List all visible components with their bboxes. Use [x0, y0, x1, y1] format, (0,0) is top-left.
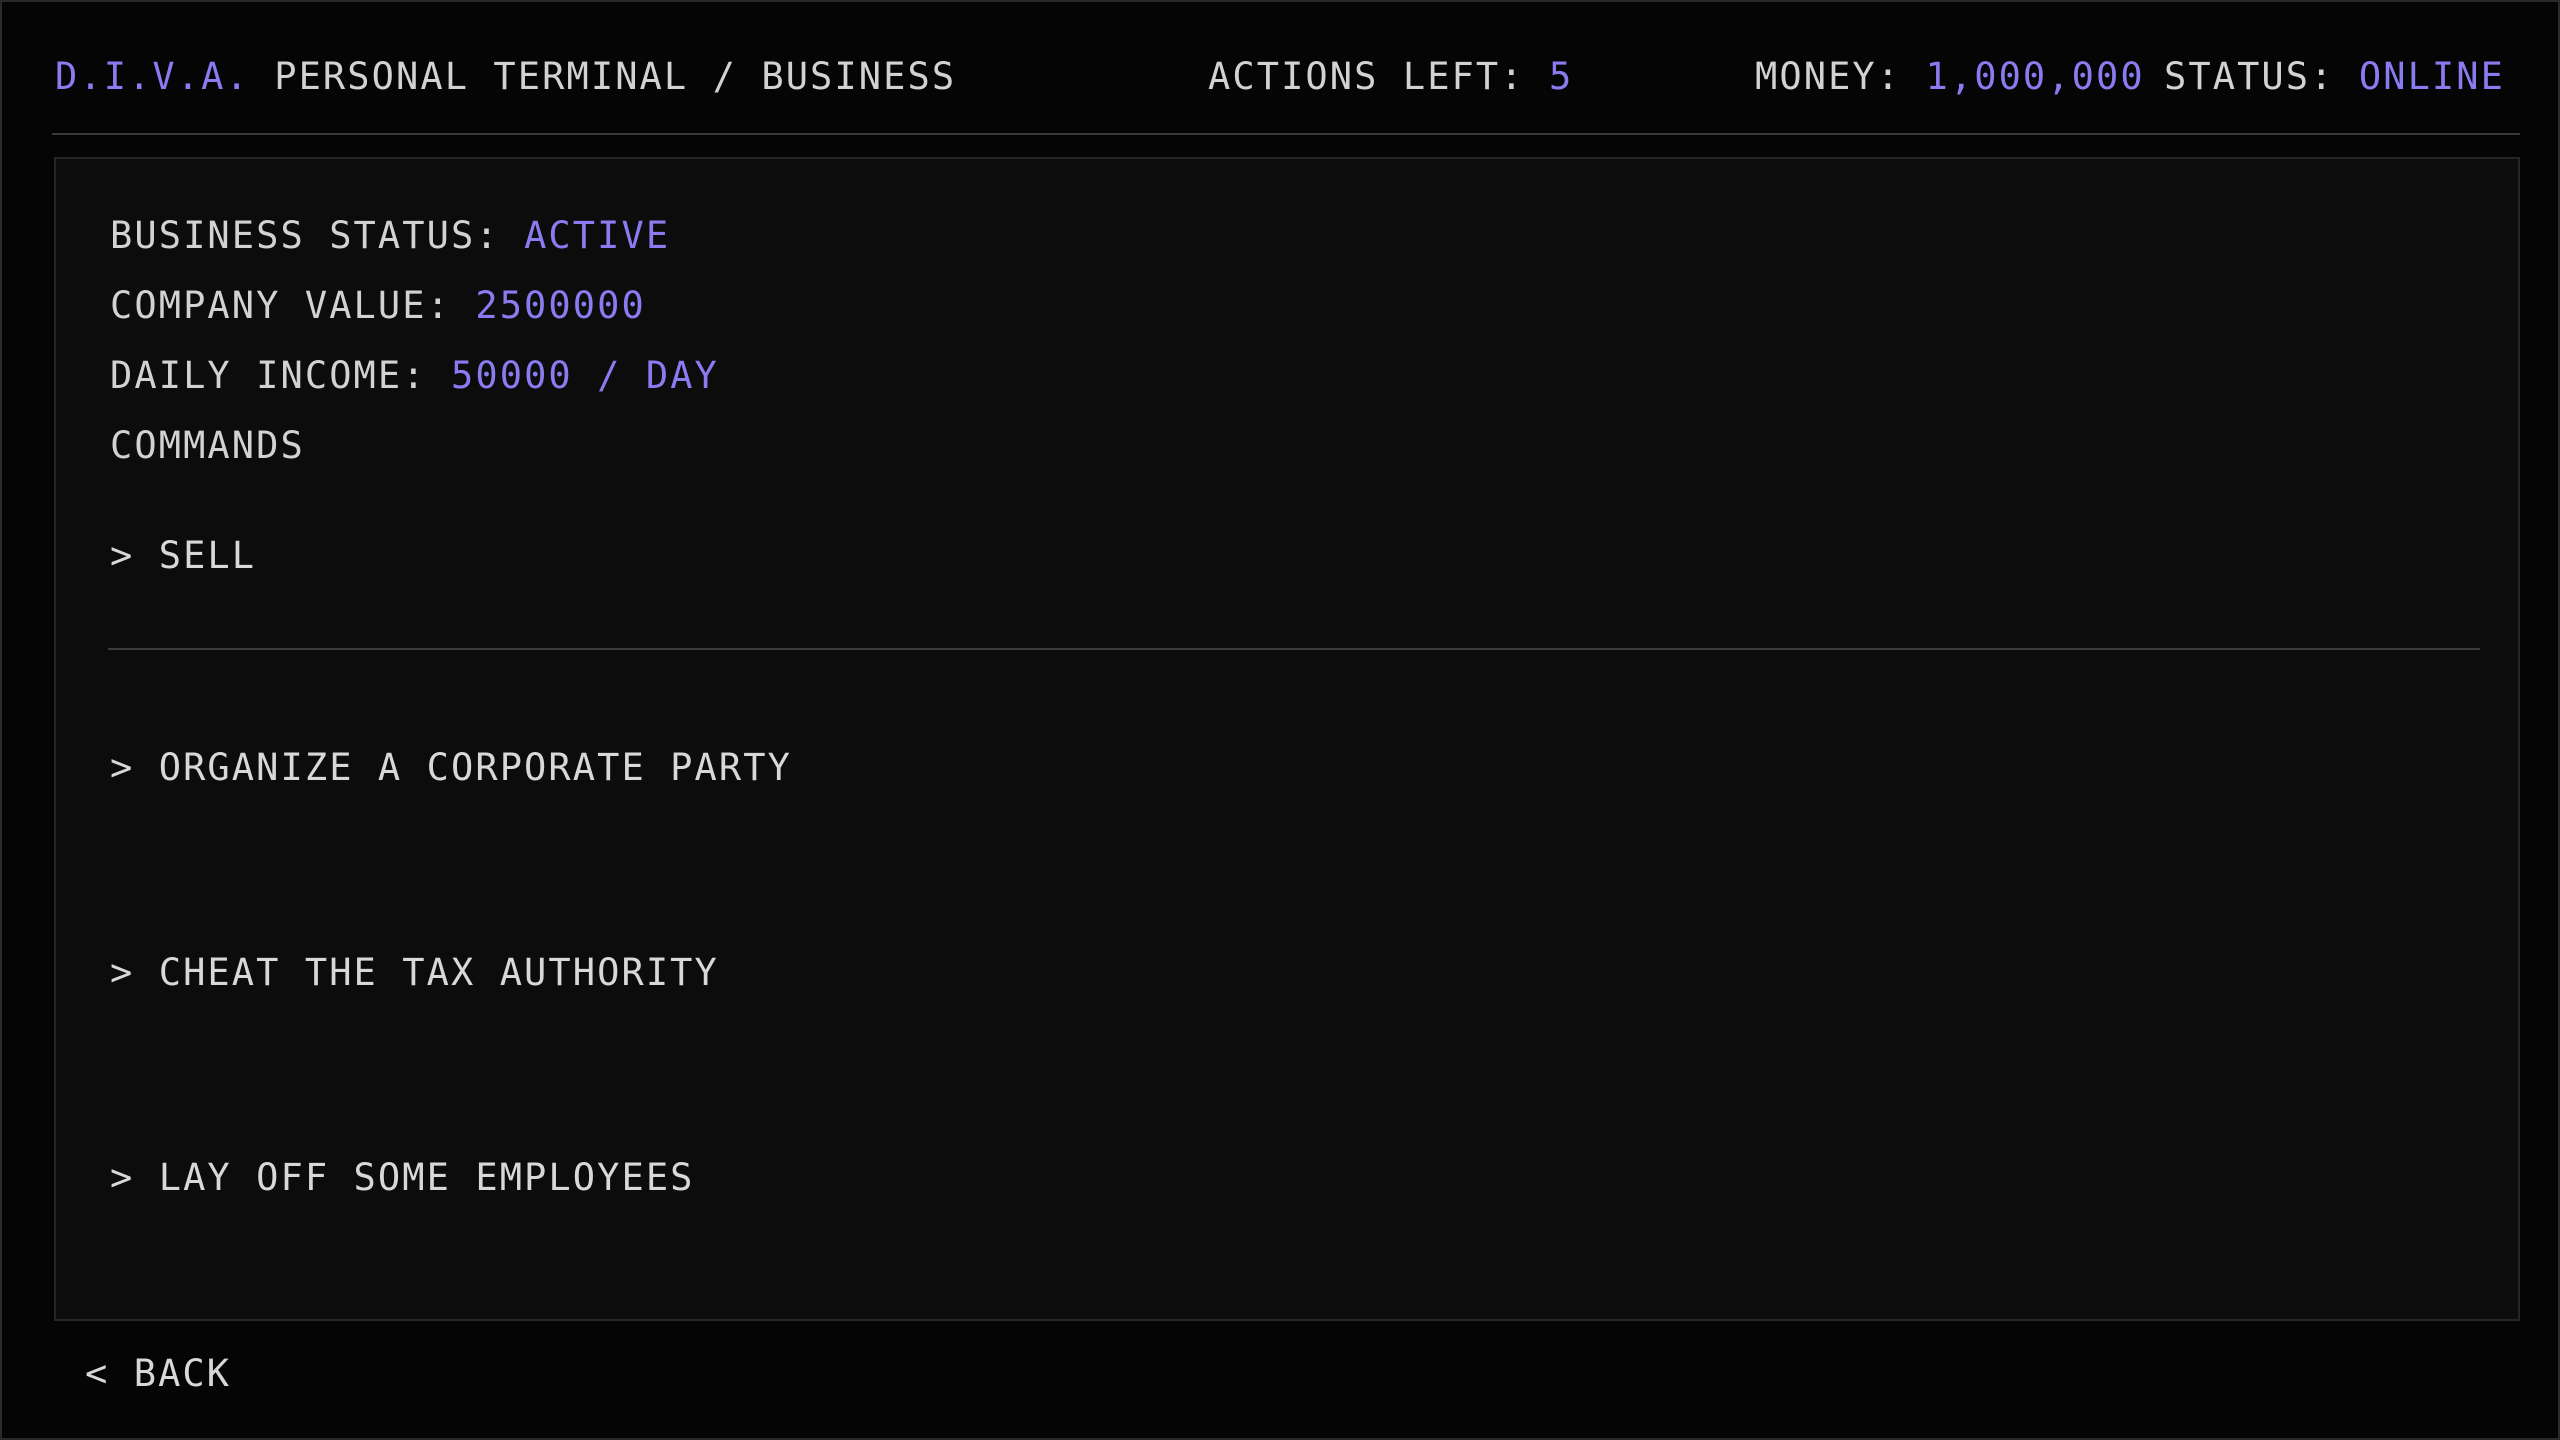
status-value: ONLINE — [2358, 55, 2505, 98]
page-title: PERSONAL TERMINAL / BUSINESS — [274, 55, 957, 98]
daily-income-value: 50000 / DAY — [451, 354, 719, 397]
terminal-title: D.I.V.A. PERSONAL TERMINAL / BUSINESS — [55, 52, 956, 102]
sell-command[interactable]: > SELL — [110, 531, 256, 581]
back-button[interactable]: < BACK — [85, 1349, 231, 1399]
money-label: MONEY: — [1755, 55, 1902, 98]
commands-divider — [108, 648, 2480, 650]
actions-left-label: ACTIONS LEFT: — [1208, 55, 1525, 98]
actions-left: ACTIONS LEFT: 5 — [1208, 52, 1573, 102]
business-status-label: BUSINESS STATUS: — [110, 214, 500, 257]
status-label: STATUS: — [2164, 55, 2335, 98]
company-value: COMPANY VALUE: 2500000 — [110, 281, 646, 331]
top-bar: D.I.V.A. PERSONAL TERMINAL / BUSINESS AC… — [55, 52, 2505, 102]
business-status: BUSINESS STATUS: ACTIVE — [110, 211, 670, 261]
money-display: MONEY: 1,000,000 — [1755, 52, 2145, 102]
brand-name: D.I.V.A. — [55, 55, 250, 98]
money-value: 1,000,000 — [1925, 55, 2145, 98]
company-value-amount: 2500000 — [475, 284, 646, 327]
business-status-value: ACTIVE — [524, 214, 671, 257]
daily-income-label: DAILY INCOME: — [110, 354, 427, 397]
header-divider — [52, 133, 2520, 135]
lay-off-employees-command[interactable]: > LAY OFF SOME EMPLOYEES — [110, 1153, 695, 1203]
status-display: STATUS: ONLINE — [2164, 52, 2505, 102]
cheat-tax-command[interactable]: > CHEAT THE TAX AUTHORITY — [110, 948, 719, 998]
company-value-label: COMPANY VALUE: — [110, 284, 451, 327]
daily-income: DAILY INCOME: 50000 / DAY — [110, 351, 719, 401]
corporate-party-command[interactable]: > ORGANIZE A CORPORATE PARTY — [110, 743, 792, 793]
commands-heading: COMMANDS — [110, 424, 305, 467]
actions-left-value: 5 — [1549, 55, 1574, 98]
business-panel: BUSINESS STATUS: ACTIVE COMPANY VALUE: 2… — [54, 157, 2520, 1321]
